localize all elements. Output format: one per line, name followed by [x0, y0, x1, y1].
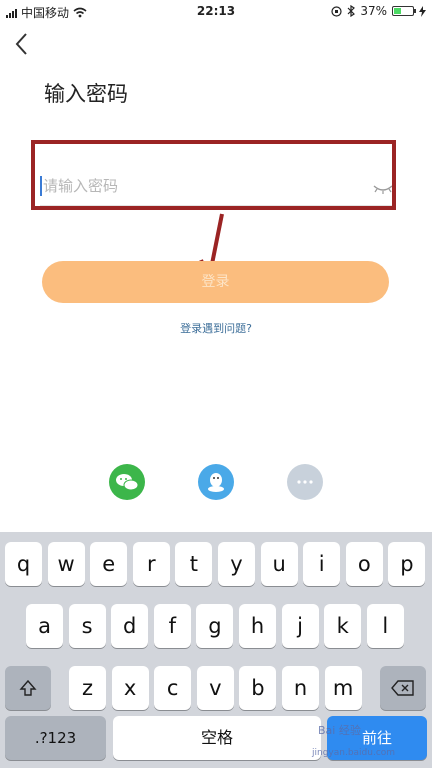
- keyboard: q w e r t y u i o p a s d f g h j k l z x c v b n m .?123 空格 前往: [0, 532, 432, 768]
- page-title: 输入密码: [44, 82, 128, 106]
- key-w[interactable]: w: [47, 542, 85, 586]
- key-j[interactable]: j: [281, 604, 319, 648]
- qq-icon: [208, 473, 224, 492]
- bluetooth-icon: [347, 5, 356, 17]
- key-n[interactable]: n: [282, 666, 319, 710]
- key-r[interactable]: r: [132, 542, 170, 586]
- space-key[interactable]: 空格: [113, 716, 321, 760]
- key-y[interactable]: y: [218, 542, 255, 586]
- key-d[interactable]: d: [111, 604, 149, 648]
- qq-login-button[interactable]: [198, 464, 234, 500]
- shift-key[interactable]: [5, 666, 51, 710]
- more-login-button[interactable]: [287, 464, 323, 500]
- key-t[interactable]: t: [175, 542, 213, 586]
- key-c[interactable]: c: [154, 666, 192, 710]
- key-s[interactable]: s: [68, 604, 106, 648]
- wechat-login-button[interactable]: [109, 464, 145, 500]
- battery-icon: [392, 6, 416, 16]
- key-q[interactable]: q: [5, 542, 42, 586]
- key-x[interactable]: x: [111, 666, 149, 710]
- key-a[interactable]: a: [26, 604, 63, 648]
- battery-fill: [394, 8, 401, 14]
- watermark-brand: Bai 经验: [318, 724, 361, 737]
- shift-icon: [19, 679, 37, 696]
- key-b[interactable]: b: [239, 666, 277, 710]
- back-icon[interactable]: [10, 28, 34, 60]
- wechat-icon: [116, 474, 139, 491]
- delete-icon: [391, 680, 414, 696]
- key-z[interactable]: z: [69, 666, 106, 710]
- annotation-highlight-box: [31, 140, 396, 210]
- battery-percent: 37%: [360, 4, 387, 18]
- key-h[interactable]: h: [239, 604, 276, 648]
- delete-key[interactable]: [380, 666, 426, 710]
- watermark-url: jingyan.baidu.com: [312, 748, 396, 758]
- login-help-link[interactable]: 登录遇到问题?: [0, 320, 432, 336]
- key-m[interactable]: m: [324, 666, 362, 710]
- key-k[interactable]: k: [324, 604, 362, 648]
- key-u[interactable]: u: [260, 542, 298, 586]
- more-icon: [297, 480, 313, 484]
- login-button[interactable]: 登录: [42, 261, 389, 303]
- key-i[interactable]: i: [303, 542, 341, 586]
- key-p[interactable]: p: [388, 542, 426, 586]
- key-f[interactable]: f: [153, 604, 191, 648]
- numbers-key[interactable]: .?123: [5, 716, 106, 760]
- key-e[interactable]: e: [90, 542, 128, 586]
- key-o[interactable]: o: [345, 542, 383, 586]
- status-bar: 中国移动 22:13 37%: [0, 0, 432, 24]
- charging-icon: [419, 5, 426, 17]
- status-right: 37%: [331, 4, 426, 18]
- key-v[interactable]: v: [196, 666, 234, 710]
- orientation-lock-icon: [331, 5, 342, 17]
- key-l[interactable]: l: [366, 604, 404, 648]
- key-g[interactable]: g: [196, 604, 234, 648]
